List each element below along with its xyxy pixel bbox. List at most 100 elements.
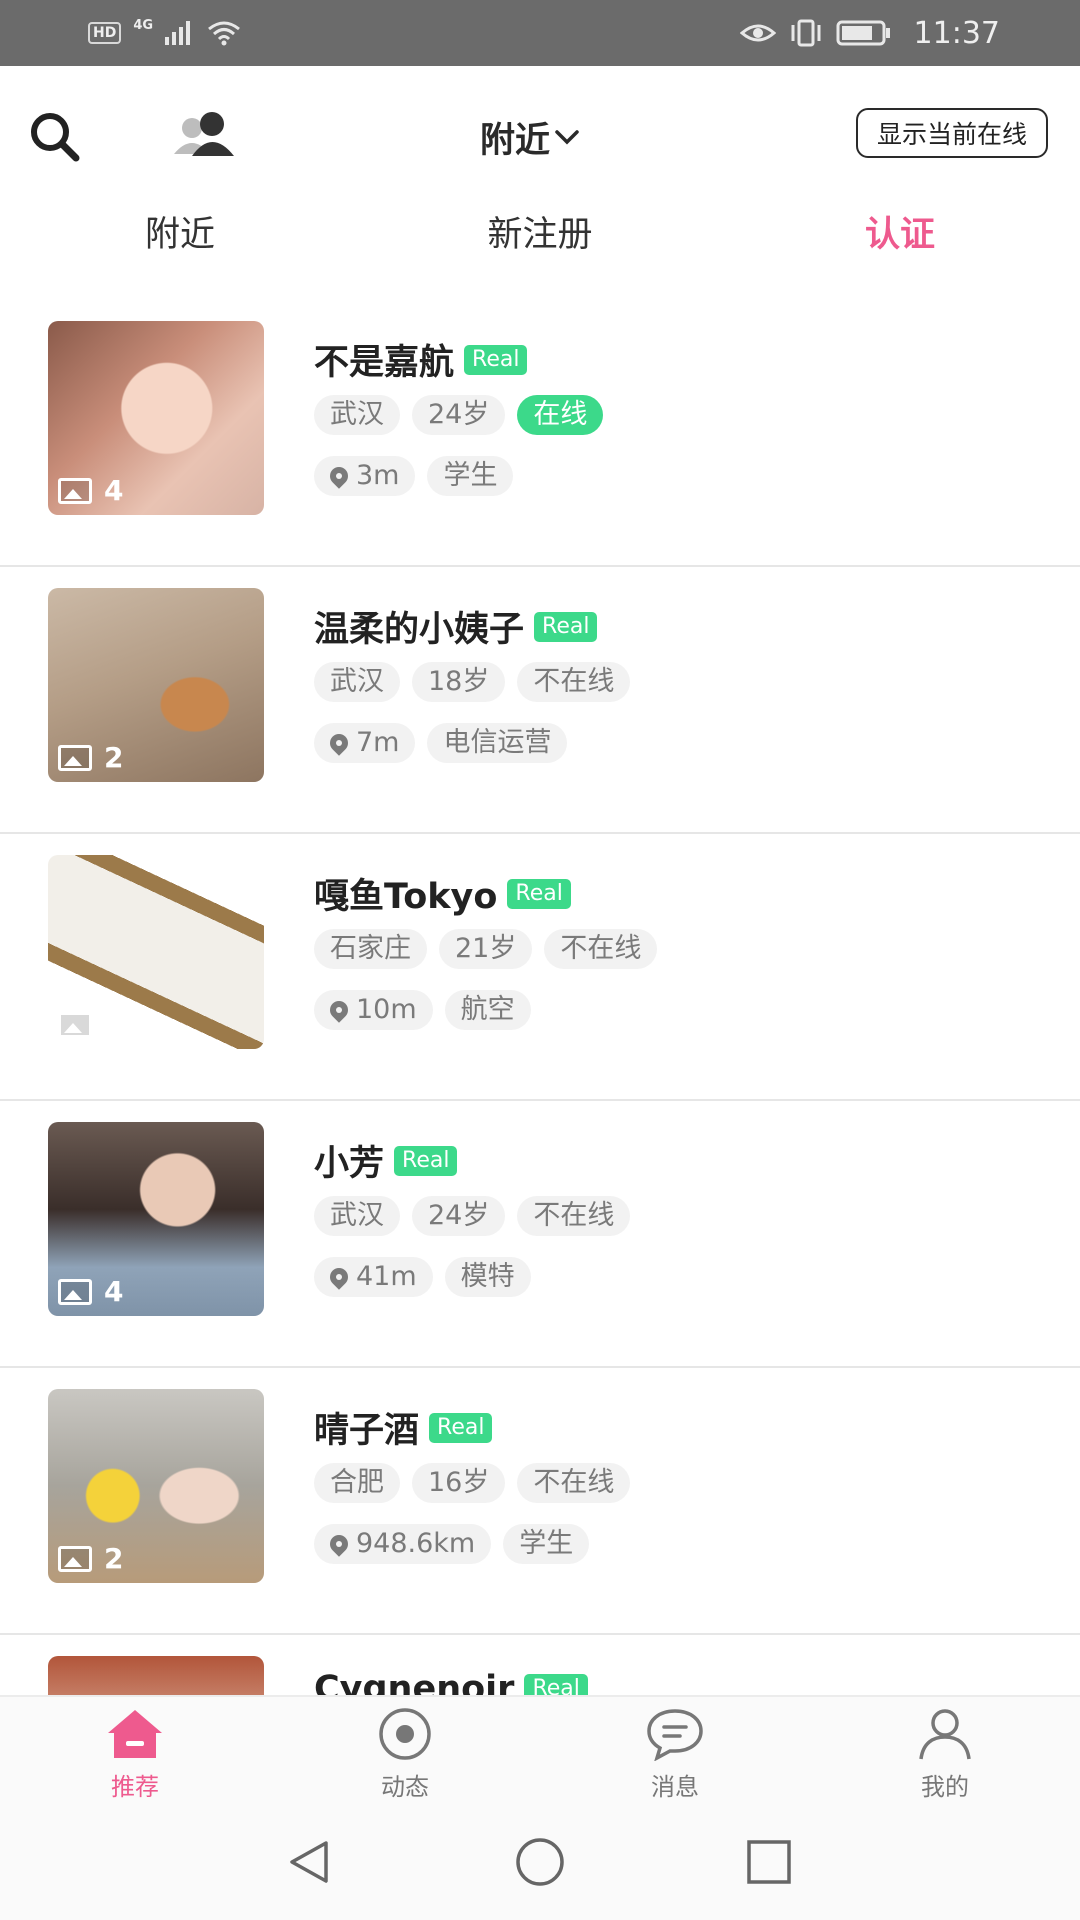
top-bar: 附近 显示当前在线 — [0, 66, 1080, 206]
nav-profile[interactable]: 我的 — [875, 1707, 1015, 1802]
profile-icon — [919, 1709, 971, 1760]
city-tag: 武汉 — [314, 395, 400, 435]
age-tag: 21岁 — [439, 929, 533, 969]
detail-tags: 10m 航空 — [314, 990, 531, 1030]
location-dropdown[interactable]: 附近 — [480, 112, 580, 162]
show-online-button[interactable]: 显示当前在线 — [856, 108, 1048, 158]
detail-tags: 41m 模特 — [314, 1257, 531, 1297]
real-badge: Real — [524, 1674, 588, 1695]
back-button[interactable] — [284, 1837, 334, 1891]
user-list: 4 不是嘉航 Real 武汉 24岁 在线 3m 学生 2 温柔的小姨子 Rea… — [0, 300, 1080, 1695]
eye-comfort-icon — [739, 24, 776, 42]
avatar[interactable]: 4 — [48, 321, 264, 515]
age-tag: 16岁 — [412, 1463, 506, 1503]
avatar[interactable] — [48, 1656, 264, 1695]
bottom-nav: 推荐 动态 消息 我的 — [0, 1695, 1080, 1817]
photo-count: 2 — [58, 1542, 123, 1575]
photo-count: 4 — [58, 474, 123, 507]
photo-icon — [58, 744, 92, 771]
city-tag: 武汉 — [314, 1196, 400, 1236]
age-tag: 18岁 — [412, 662, 506, 702]
city-tag: 合肥 — [314, 1463, 400, 1503]
occupation-tag: 学生 — [503, 1524, 590, 1564]
moments-icon — [379, 1708, 431, 1760]
list-item[interactable]: 2 晴子酒 Real 合肥 16岁 不在线 948.6km 学生 — [0, 1368, 1080, 1635]
real-badge: Real — [534, 611, 598, 642]
occupation-tag: 学生 — [427, 456, 514, 496]
tab-nearby[interactable]: 附近 — [145, 206, 215, 266]
photo-count: 4 — [58, 1008, 123, 1041]
home-icon — [108, 1710, 162, 1758]
photo-count: 4 — [58, 1275, 123, 1308]
back-triangle-icon — [290, 1841, 328, 1883]
network-type: 4G — [133, 17, 154, 33]
occupation-tag: 电信运营 — [427, 723, 568, 763]
real-badge: Real — [394, 1145, 458, 1176]
list-item[interactable]: Cygnenoir Real — [0, 1635, 1080, 1695]
search-icon — [31, 113, 80, 162]
real-badge: Real — [464, 344, 528, 375]
info-tags: 合肥 16岁 不在线 — [314, 1463, 631, 1503]
location-pin-icon — [326, 463, 352, 489]
avatar[interactable]: 4 — [48, 855, 264, 1049]
distance-tag: 948.6km — [314, 1524, 492, 1564]
tab-new-register[interactable]: 新注册 — [487, 206, 592, 266]
signal-icon — [165, 21, 191, 45]
home-circle-icon — [516, 1838, 564, 1886]
age-tag: 24岁 — [412, 395, 506, 435]
status-right: 11:37 — [739, 15, 1000, 51]
nav-messages[interactable]: 消息 — [605, 1707, 745, 1802]
occupation-tag: 航空 — [444, 990, 531, 1030]
location-pin-icon — [326, 1264, 352, 1290]
location-pin-icon — [326, 730, 352, 756]
avatar[interactable]: 2 — [48, 588, 264, 782]
user-name: 晴子酒 Real — [314, 1402, 493, 1453]
avatar[interactable]: 4 — [48, 1122, 264, 1316]
user-name: Cygnenoir Real — [314, 1669, 588, 1695]
city-tag: 武汉 — [314, 662, 400, 702]
list-item[interactable]: 2 温柔的小姨子 Real 武汉 18岁 不在线 7m 电信运营 — [0, 567, 1080, 834]
nav-label: 推荐 — [111, 1773, 159, 1801]
distance-tag: 41m — [314, 1257, 433, 1297]
info-tags: 武汉 24岁 不在线 — [314, 1196, 631, 1236]
photo-icon — [58, 1011, 92, 1038]
photo-icon — [58, 477, 92, 504]
distance-tag: 3m — [314, 456, 416, 496]
user-name: 小芳 Real — [314, 1135, 458, 1186]
search-button[interactable] — [26, 108, 84, 166]
status-badge: 不在线 — [517, 1196, 631, 1236]
user-name: 嘎鱼Tokyo Real — [314, 868, 571, 919]
home-button[interactable] — [514, 1837, 566, 1891]
recents-button[interactable] — [744, 1837, 794, 1891]
status-badge: 不在线 — [517, 1463, 631, 1503]
battery-icon — [836, 20, 890, 46]
filter-people-button[interactable] — [170, 110, 242, 160]
nav-moments[interactable]: 动态 — [335, 1707, 475, 1802]
photo-count: 2 — [58, 741, 123, 774]
location-label: 附近 — [480, 120, 551, 161]
hd-indicator: HD — [88, 22, 122, 44]
photo-icon — [58, 1545, 92, 1572]
nav-recommend[interactable]: 推荐 — [65, 1707, 205, 1802]
real-badge: Real — [507, 878, 571, 909]
user-name: 不是嘉航 Real — [314, 334, 528, 385]
photo-icon — [58, 1278, 92, 1305]
chevron-down-icon — [555, 130, 579, 145]
status-left: HD 4G — [88, 17, 241, 46]
tab-verified[interactable]: 认证 — [865, 206, 935, 266]
nav-label: 动态 — [381, 1773, 429, 1801]
avatar[interactable]: 2 — [48, 1389, 264, 1583]
list-item[interactable]: 4 嘎鱼Tokyo Real 石家庄 21岁 不在线 10m 航空 — [0, 834, 1080, 1101]
occupation-tag: 模特 — [444, 1257, 531, 1297]
detail-tags: 3m 学生 — [314, 456, 514, 496]
distance-tag: 10m — [314, 990, 433, 1030]
wifi-icon — [208, 21, 240, 46]
list-item[interactable]: 4 不是嘉航 Real 武汉 24岁 在线 3m 学生 — [0, 300, 1080, 567]
detail-tags: 948.6km 学生 — [314, 1524, 590, 1564]
info-tags: 石家庄 21岁 不在线 — [314, 929, 658, 969]
message-icon — [647, 1709, 703, 1761]
status-badge: 在线 — [517, 395, 604, 435]
status-time: 11:37 — [913, 15, 1000, 51]
nav-label: 我的 — [921, 1773, 969, 1801]
list-item[interactable]: 4 小芳 Real 武汉 24岁 不在线 41m 模特 — [0, 1101, 1080, 1368]
